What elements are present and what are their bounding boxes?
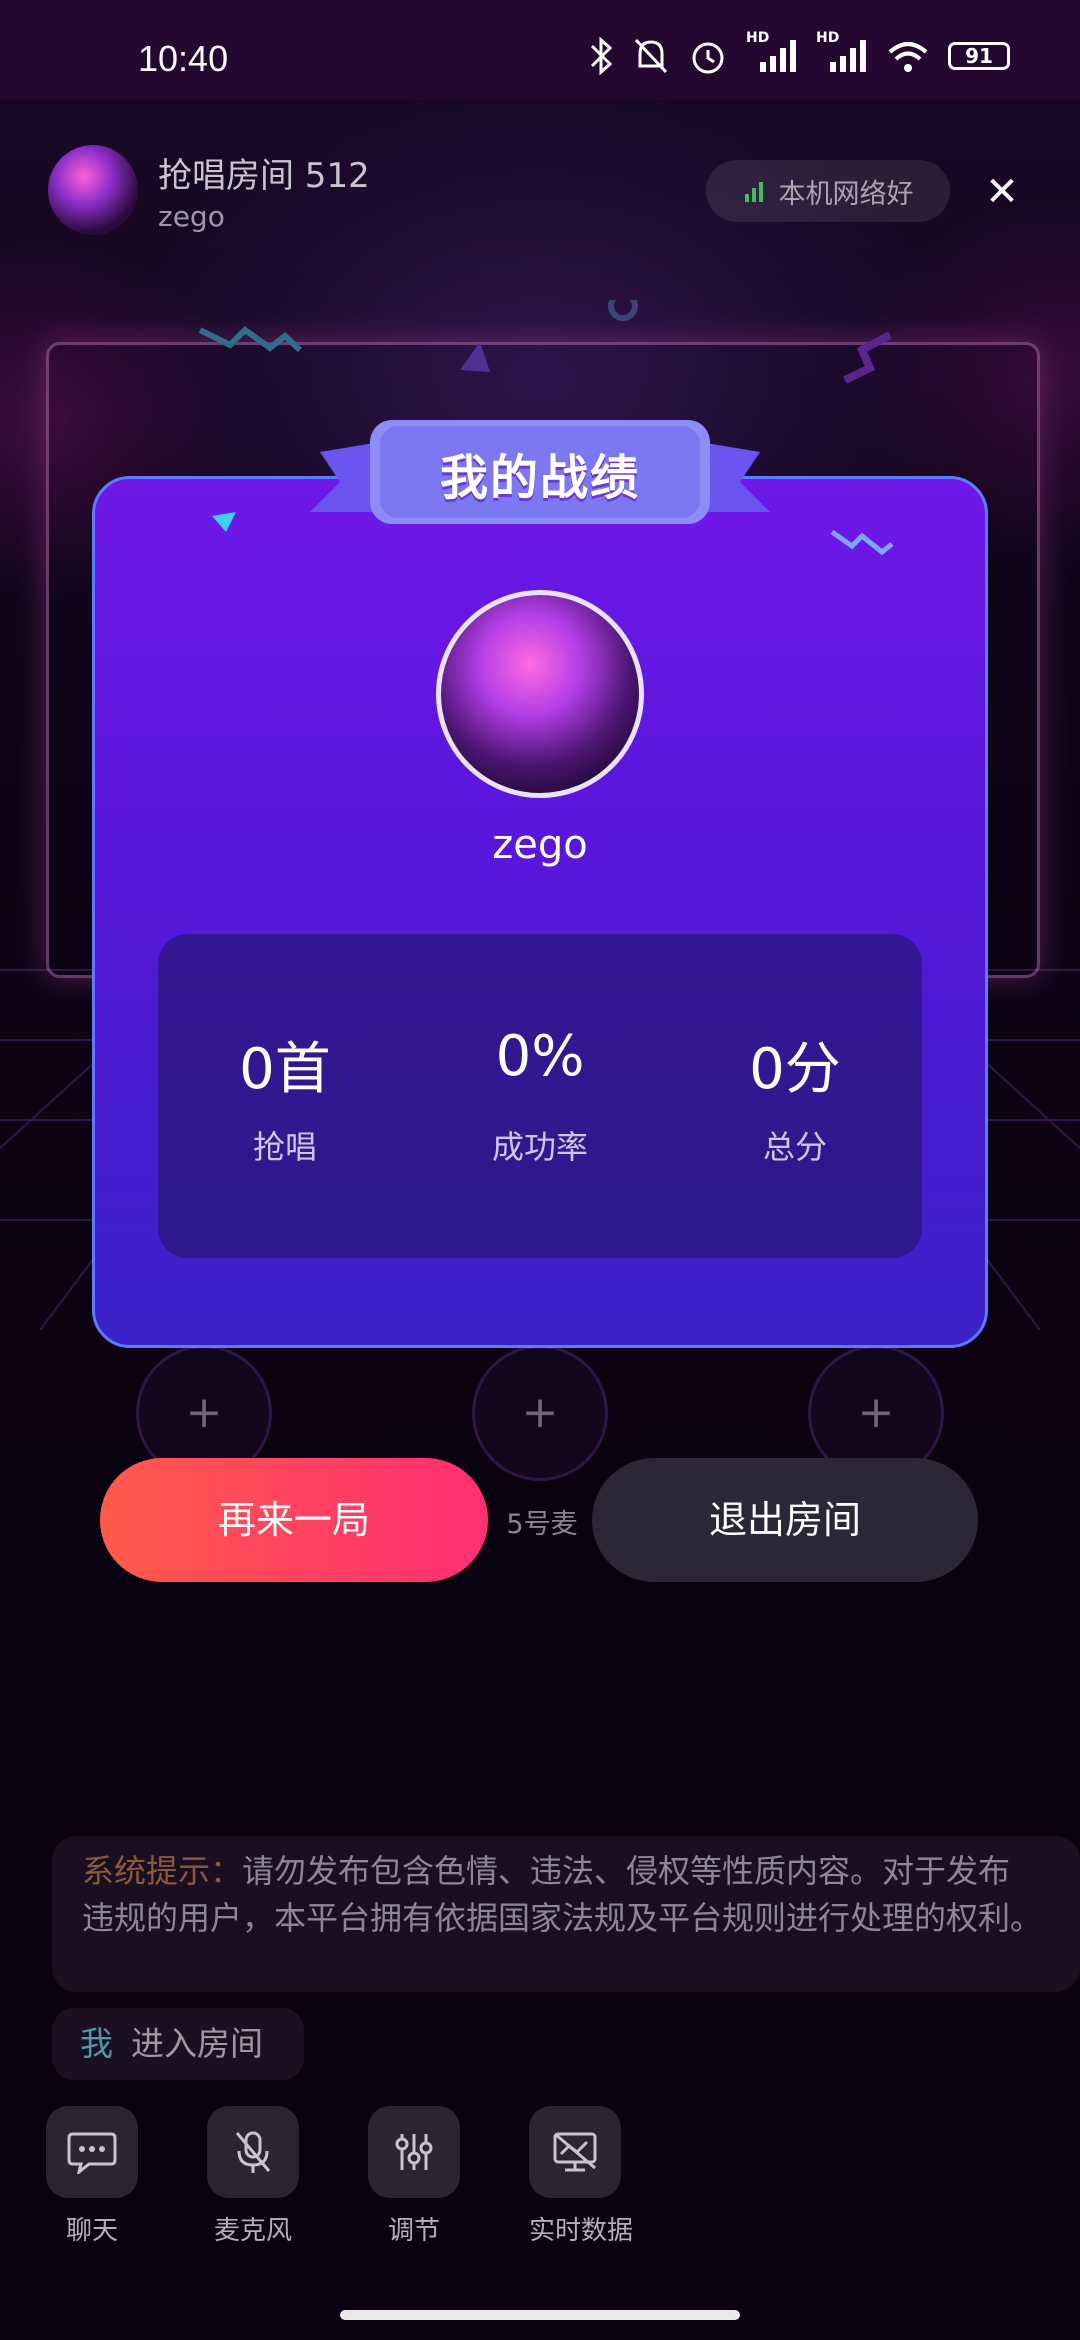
chat-text: 进入房间 bbox=[131, 2024, 263, 2063]
battery-icon: 91 bbox=[948, 42, 1010, 70]
status-time: 10:40 bbox=[138, 38, 229, 79]
close-icon[interactable]: ✕ bbox=[980, 170, 1024, 214]
toolbar-mic[interactable]: 麦克风 bbox=[207, 2106, 299, 2247]
toolbar-chat[interactable]: 聊天 bbox=[46, 2106, 138, 2247]
toolbar-adjust[interactable]: 调节 bbox=[368, 2106, 460, 2247]
stat-value: 0首 bbox=[239, 1037, 331, 1102]
toolbar-realtime-data[interactable]: 实时数据 bbox=[529, 2106, 634, 2247]
wifi-icon bbox=[888, 42, 928, 72]
home-indicator[interactable] bbox=[340, 2310, 740, 2320]
stat-value: 0分 bbox=[749, 1037, 841, 1102]
room-host-name: zego bbox=[158, 200, 225, 233]
stats-panel: 0首 抢唱 0% 成功率 0分 总分 bbox=[158, 934, 922, 1258]
toolbar-label: 麦克风 bbox=[213, 2216, 292, 2246]
mic-5-label: 5号麦 bbox=[506, 1509, 578, 1540]
room-avatar[interactable] bbox=[48, 145, 138, 235]
chat-message-enter: 我进入房间 bbox=[52, 2008, 304, 2080]
network-status-text: 本机网络好 bbox=[778, 178, 914, 210]
system-notice-label: 系统提示： bbox=[82, 1852, 243, 1890]
network-status-badge: 本机网络好 bbox=[706, 160, 950, 222]
stat-value: 0% bbox=[495, 1024, 585, 1089]
chat-icon[interactable] bbox=[46, 2106, 138, 2198]
chat-user: 我 bbox=[80, 2024, 113, 2063]
toolbar-label: 调节 bbox=[387, 2216, 440, 2246]
toolbar-label: 聊天 bbox=[65, 2216, 118, 2246]
bluetooth-icon bbox=[590, 36, 613, 76]
stat-label: 总分 bbox=[762, 1128, 827, 1166]
system-notice-text: 系统提示：请勿发布包含色情、违法、侵权等性质内容。对于发布违规的用户，本平台拥有… bbox=[82, 1848, 1042, 1942]
toolbar-label: 实时数据 bbox=[529, 2216, 634, 2246]
exit-room-button[interactable]: 退出房间 bbox=[592, 1458, 978, 1582]
player-name: zego bbox=[492, 822, 588, 868]
banner-title: 我的战绩 bbox=[439, 450, 640, 506]
cell-signal-icon: HD bbox=[746, 30, 798, 76]
alarm-icon bbox=[692, 42, 724, 74]
status-icons: HD HD 91 bbox=[588, 30, 1010, 76]
realtime-data-icon[interactable] bbox=[529, 2106, 621, 2198]
mic-off-icon[interactable] bbox=[207, 2106, 299, 2198]
player-avatar bbox=[436, 590, 644, 798]
signal-bars-icon bbox=[744, 182, 763, 202]
play-again-button[interactable]: 再来一局 bbox=[100, 1458, 488, 1582]
stat-label: 抢唱 bbox=[252, 1128, 317, 1166]
cell-signal-icon: HD bbox=[816, 30, 868, 76]
bell-muted-icon bbox=[634, 38, 668, 74]
stat-label: 成功率 bbox=[491, 1128, 588, 1166]
room-title: 抢唱房间 512 bbox=[158, 156, 370, 196]
sliders-icon[interactable] bbox=[368, 2106, 460, 2198]
